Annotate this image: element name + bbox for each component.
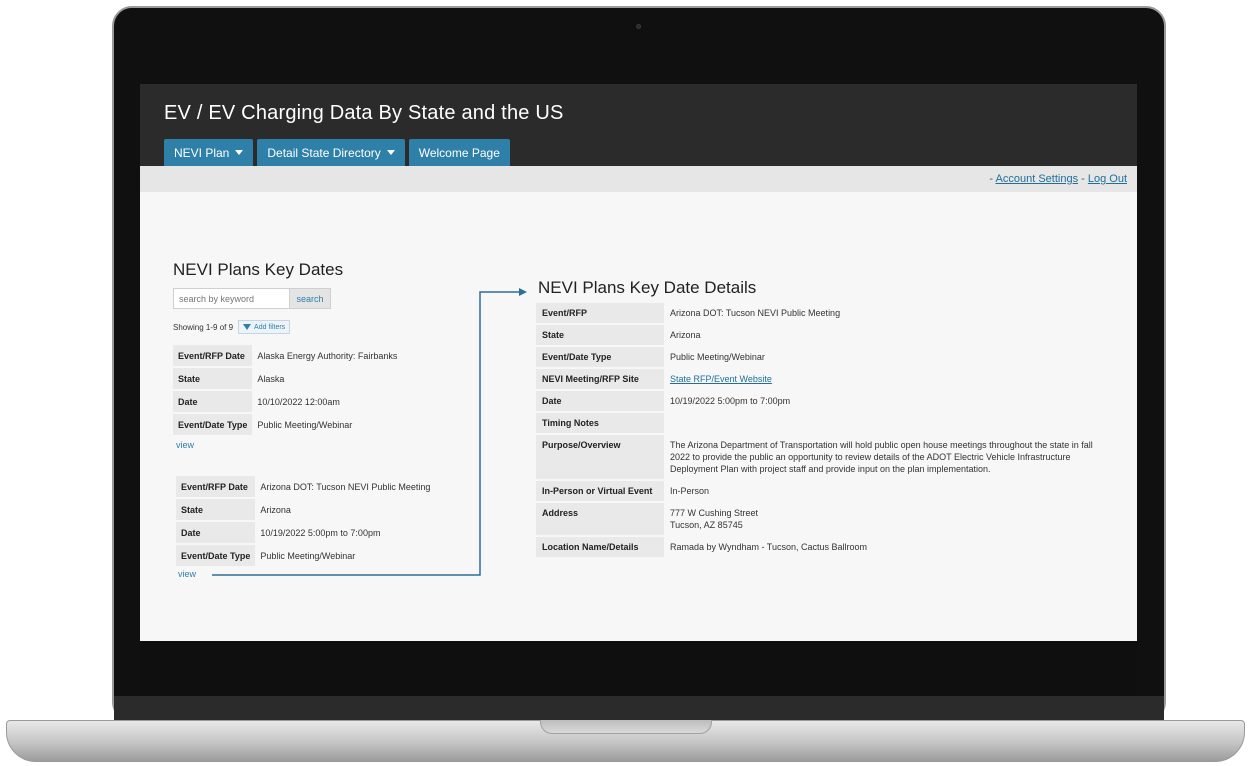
view-link[interactable]: view	[176, 440, 194, 450]
detail-table: Event/RFP Arizona DOT: Tucson NEVI Public…	[536, 301, 1108, 559]
field-label: Timing Notes	[536, 413, 664, 433]
table-row: Purpose/Overview The Arizona Department o…	[536, 435, 1108, 479]
account-bar: - Account Settings - Log Out	[140, 166, 1137, 192]
table-row: Date 10/19/2022 5:00pm to 7:00pm	[536, 391, 1108, 411]
laptop-hinge	[114, 696, 1164, 720]
record-card: Event/RFP Date Alaska Energy Authority: F…	[173, 343, 403, 437]
caret-down-icon	[235, 150, 244, 155]
field-value: In-Person	[664, 481, 1108, 501]
field-value	[664, 413, 1108, 433]
app-screen: EV / EV Charging Data By State and the U…	[140, 84, 1137, 641]
table-row: Event/RFP Arizona DOT: Tucson NEVI Public…	[536, 303, 1108, 323]
table-row: Address 777 W Cushing Street Tucson, AZ 85…	[536, 503, 1108, 535]
view-link[interactable]: view	[178, 569, 196, 579]
field-value: Ramada by Wyndham - Tucson, Cactus Ballr…	[664, 537, 1108, 557]
field-value: Public Meeting/Webinar	[664, 347, 1108, 367]
table-row: Date 10/19/2022 5:00pm to 7:00pm	[176, 522, 436, 543]
field-label: In-Person or Virtual Event	[536, 481, 664, 501]
key-date-details-title: NEVI Plans Key Date Details	[538, 278, 757, 297]
record-card: Event/RFP Date Arizona DOT: Tucson NEVI P…	[176, 474, 436, 568]
search-input[interactable]	[173, 288, 289, 309]
field-value: Arizona	[664, 325, 1108, 345]
field-label: Date	[536, 391, 664, 411]
camera-icon	[636, 24, 641, 29]
state-rfp-website-link[interactable]: State RFP/Event Website	[670, 374, 772, 384]
table-row: In-Person or Virtual Event In-Person	[536, 481, 1108, 501]
field-label: Event/Date Type	[173, 414, 253, 435]
field-value: Alaska	[252, 368, 403, 389]
results-summary: Showing 1-9 of 9 Add filters	[173, 320, 291, 334]
field-label: State	[173, 368, 253, 389]
app-header: EV / EV Charging Data By State and the U…	[140, 84, 1137, 166]
add-filters-label: Add filters	[254, 323, 286, 331]
field-label: Date	[173, 391, 253, 412]
field-label: Date	[176, 522, 256, 543]
table-row: State Arizona	[176, 499, 436, 520]
field-value: Arizona DOT: Tucson NEVI Public Meeting	[255, 476, 436, 497]
nav-tab-welcome-page[interactable]: Welcome Page	[408, 139, 510, 166]
field-label: State	[536, 325, 664, 345]
field-label: State	[176, 499, 256, 520]
nav-tab-label: Welcome Page	[418, 145, 500, 160]
field-value: Public Meeting/Webinar	[255, 545, 436, 566]
table-row: State Alaska	[173, 368, 403, 389]
app-title: EV / EV Charging Data By State and the U…	[164, 102, 564, 124]
search-button[interactable]: search	[289, 288, 331, 309]
nav-tabs: NEVI Plan Detail State Directory Welcome…	[164, 139, 510, 166]
field-label: Event/RFP Date	[173, 345, 253, 366]
field-value-cell: State RFP/Event Website	[664, 369, 1108, 389]
field-value: The Arizona Department of Transportation…	[664, 435, 1108, 479]
account-separator: -	[1078, 173, 1088, 185]
field-value: 10/10/2022 12:00am	[252, 391, 403, 412]
field-value-cell: 777 W Cushing Street Tucson, AZ 85745	[664, 503, 1108, 535]
field-value: 10/19/2022 5:00pm to 7:00pm	[255, 522, 436, 543]
field-label: Purpose/Overview	[536, 435, 664, 479]
field-value: Public Meeting/Webinar	[252, 414, 403, 435]
field-label: NEVI Meeting/RFP Site	[536, 369, 664, 389]
filter-icon	[243, 324, 252, 330]
address-line: Tucson, AZ 85745	[670, 520, 743, 530]
account-settings-link[interactable]: Account Settings	[996, 173, 1079, 185]
nav-tab-nevi-plan[interactable]: NEVI Plan	[164, 139, 254, 166]
nav-tab-detail-state-directory[interactable]: Detail State Directory	[257, 139, 405, 166]
address-line: 777 W Cushing Street	[670, 508, 759, 518]
search-bar: search	[173, 288, 331, 309]
key-dates-title: NEVI Plans Key Dates	[173, 260, 344, 279]
table-row: Event/RFP Date Arizona DOT: Tucson NEVI P…	[176, 476, 436, 497]
laptop-notch	[540, 720, 712, 734]
table-row: Timing Notes	[536, 413, 1108, 433]
table-row: Location Name/Details Ramada by Wyndham -…	[536, 537, 1108, 557]
table-row: NEVI Meeting/RFP Site State RFP/Event Web…	[536, 369, 1108, 389]
field-label: Location Name/Details	[536, 537, 664, 557]
field-label: Address	[536, 503, 664, 535]
field-label: Event/RFP Date	[176, 476, 256, 497]
table-row: Event/Date Type Public Meeting/Webinar	[536, 347, 1108, 367]
table-row: Event/Date Type Public Meeting/Webinar	[173, 414, 403, 435]
laptop-bezel-bottom	[140, 641, 1137, 696]
field-label: Event/RFP	[536, 303, 664, 323]
table-row: Date 10/10/2022 12:00am	[173, 391, 403, 412]
table-row: State Arizona	[536, 325, 1108, 345]
field-label: Event/Date Type	[536, 347, 664, 367]
table-row: Event/RFP Date Alaska Energy Authority: F…	[173, 345, 403, 366]
showing-count: Showing 1-9 of 9	[173, 322, 234, 332]
nav-tab-label: NEVI Plan	[174, 145, 230, 160]
field-label: Event/Date Type	[176, 545, 256, 566]
add-filters-button[interactable]: Add filters	[238, 320, 291, 334]
field-value: Arizona	[255, 499, 436, 520]
caret-down-icon	[386, 150, 395, 155]
field-value: Arizona DOT: Tucson NEVI Public Meeting	[664, 303, 1108, 323]
log-out-link[interactable]: Log Out	[1088, 173, 1127, 185]
field-value: 10/19/2022 5:00pm to 7:00pm	[664, 391, 1108, 411]
nav-tab-label: Detail State Directory	[267, 145, 381, 160]
table-row: Event/Date Type Public Meeting/Webinar	[176, 545, 436, 566]
field-value: Alaska Energy Authority: Fairbanks	[252, 345, 403, 366]
